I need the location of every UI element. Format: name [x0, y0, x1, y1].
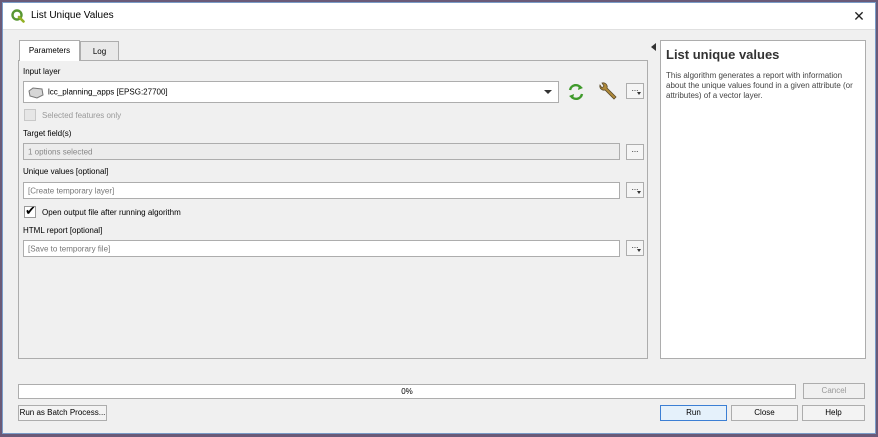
- window-title: List Unique Values: [31, 10, 114, 21]
- chevron-down-icon: [544, 90, 552, 94]
- help-button[interactable]: Help: [802, 405, 865, 421]
- cancel-button[interactable]: Cancel: [803, 383, 865, 399]
- tab-parameters[interactable]: Parameters: [19, 40, 80, 61]
- input-layer-options-button[interactable]: ...: [626, 83, 644, 99]
- target-fields-input[interactable]: 1 options selected: [23, 143, 620, 160]
- unique-values-output-input[interactable]: [Create temporary layer]: [23, 182, 620, 199]
- unique-values-placeholder: [Create temporary layer]: [28, 186, 115, 195]
- input-layer-label: Input layer: [23, 67, 61, 76]
- input-layer-value: lcc_planning_apps [EPSG:27700]: [48, 87, 168, 97]
- small-chevron-down-icon: [637, 249, 641, 252]
- open-output-checkbox[interactable]: ✔: [24, 203, 36, 218]
- small-chevron-down-icon: [637, 191, 641, 194]
- html-report-label: HTML report [optional]: [23, 226, 103, 235]
- progress-bar: 0%: [18, 384, 796, 399]
- run-button[interactable]: Run: [660, 405, 727, 421]
- selected-features-only-label: Selected features only: [42, 111, 122, 120]
- html-report-placeholder: [Save to temporary file]: [28, 244, 111, 253]
- help-panel: List unique values This algorithm genera…: [660, 40, 866, 359]
- close-window-button[interactable]: ✕: [849, 6, 869, 26]
- close-button[interactable]: Close: [731, 405, 798, 421]
- title-bar: List Unique Values ✕: [3, 3, 875, 30]
- tab-log-label: Log: [92, 47, 107, 56]
- target-fields-browse-button[interactable]: ...: [626, 144, 644, 160]
- target-fields-value: 1 options selected: [28, 147, 93, 156]
- progress-label: 0%: [401, 387, 413, 396]
- wrench-icon[interactable]: [596, 81, 618, 103]
- target-fields-label: Target field(s): [23, 129, 72, 138]
- unique-values-label: Unique values [optional]: [23, 167, 109, 176]
- html-report-options-button[interactable]: ...: [626, 240, 644, 256]
- tab-parameters-label: Parameters: [28, 46, 71, 55]
- collapse-help-arrow-icon[interactable]: [651, 43, 656, 51]
- html-report-output-input[interactable]: [Save to temporary file]: [23, 240, 620, 257]
- polygon-layer-icon: [28, 87, 44, 101]
- help-title: List unique values: [666, 47, 780, 62]
- target-fields-browse-dots: ...: [631, 145, 639, 154]
- open-output-label: Open output file after running algorithm: [42, 208, 181, 217]
- tab-log[interactable]: Log: [80, 41, 119, 60]
- iterate-over-features-icon[interactable]: [566, 82, 586, 102]
- run-as-batch-button[interactable]: Run as Batch Process...: [18, 405, 107, 421]
- small-chevron-down-icon: [637, 92, 641, 95]
- parameters-panel: Input layer lcc_planning_apps [EPSG:2770…: [18, 60, 648, 359]
- input-layer-select[interactable]: lcc_planning_apps [EPSG:27700]: [23, 81, 559, 103]
- qgis-logo-icon: [11, 9, 25, 23]
- help-description: This algorithm generates a report with i…: [666, 71, 853, 100]
- unique-values-options-button[interactable]: ...: [626, 182, 644, 198]
- selected-features-only-checkbox[interactable]: [24, 109, 36, 121]
- checkmark-icon: ✔: [25, 203, 36, 218]
- dialog-window: List Unique Values ✕ Parameters Log Inpu…: [2, 2, 876, 434]
